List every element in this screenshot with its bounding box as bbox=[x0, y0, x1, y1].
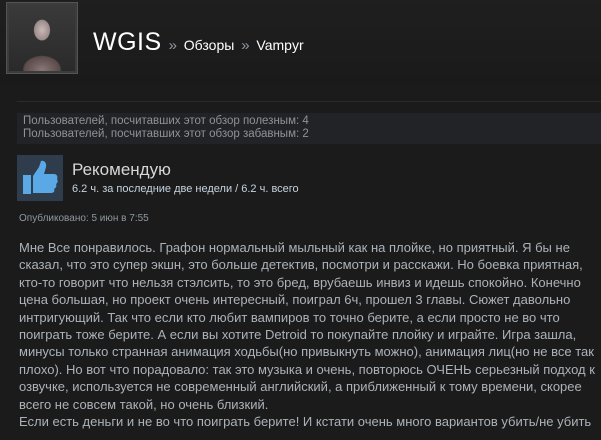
breadcrumb-game-link[interactable]: Vampyr bbox=[256, 37, 303, 53]
breadcrumb-reviews-link[interactable]: Обзоры bbox=[184, 37, 235, 53]
avatar-image bbox=[9, 5, 75, 71]
username-link[interactable]: WGIS bbox=[93, 28, 162, 56]
recommendation-title: Рекомендую bbox=[72, 160, 171, 179]
review-paragraph: Мне Все понравилось. Графон нормальный м… bbox=[19, 240, 595, 412]
profile-header: WGIS » Обзоры » Vampyr bbox=[0, 0, 601, 86]
divider bbox=[17, 101, 601, 102]
review-body: Мне Все понравилось. Графон нормальный м… bbox=[19, 239, 601, 430]
funny-count-text: Пользователей, посчитавших этот обзор за… bbox=[23, 128, 309, 140]
avatar[interactable] bbox=[6, 2, 78, 74]
playtime-text: 6.2 ч. за последние две недели / 6.2 ч. … bbox=[72, 183, 299, 195]
breadcrumb-separator: » bbox=[168, 37, 177, 54]
review-paragraph-last: Если есть деньги и не во что поиграть бе… bbox=[19, 414, 592, 430]
posted-date: Опубликовано: 5 июн в 7:55 bbox=[19, 213, 149, 224]
vote-summary: Пользователей, посчитавших этот обзор по… bbox=[17, 113, 601, 144]
breadcrumb: WGIS » Обзоры » Vampyr bbox=[93, 28, 304, 57]
thumbs-up-icon bbox=[17, 155, 63, 201]
breadcrumb-separator: » bbox=[241, 37, 250, 54]
helpful-count-text: Пользователей, посчитавших этот обзор по… bbox=[23, 115, 309, 127]
